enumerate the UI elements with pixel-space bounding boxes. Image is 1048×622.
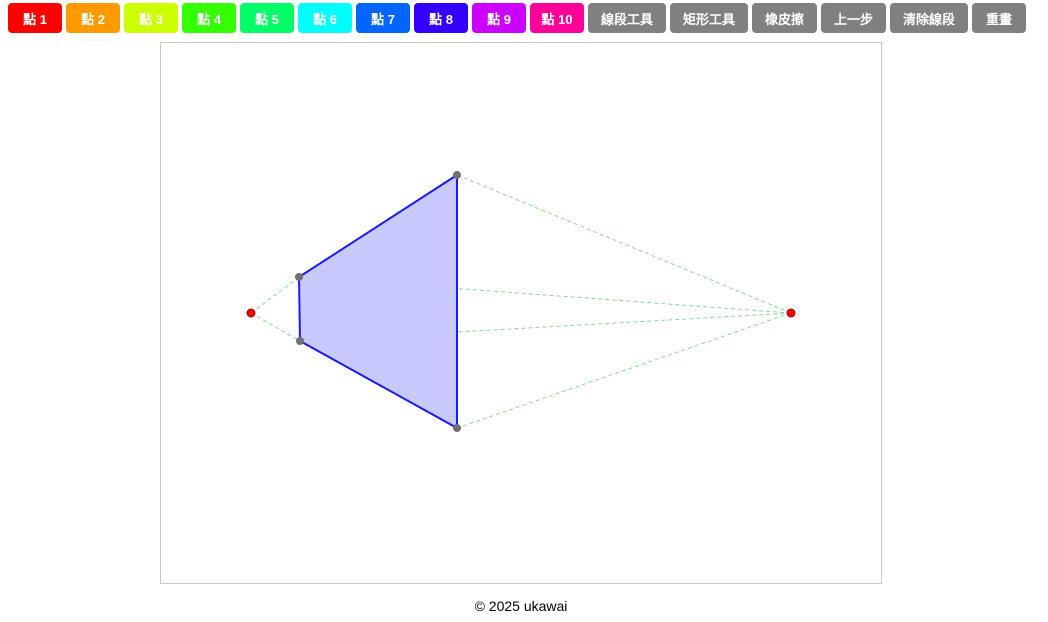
redraw-button[interactable]: 重畫 (972, 3, 1026, 33)
guide-line (456, 174, 792, 314)
point-7-button[interactable]: 點 7 (356, 3, 410, 33)
point-6-button[interactable]: 點 6 (298, 3, 352, 33)
toolbar: 點 1 點 2 點 3 點 4 點 5 點 6 點 7 點 8 點 9 點 10… (8, 3, 1026, 33)
guide-line (250, 312, 301, 342)
vanishing-point-right[interactable] (786, 308, 796, 318)
point-2-button[interactable]: 點 2 (66, 3, 120, 33)
vertex-point[interactable] (296, 337, 304, 345)
guide-line (456, 312, 792, 429)
line-tool-button[interactable]: 線段工具 (588, 3, 666, 33)
undo-button[interactable]: 上一步 (821, 3, 886, 33)
point-4-button[interactable]: 點 4 (182, 3, 236, 33)
point-8-button[interactable]: 點 8 (414, 3, 468, 33)
vertex-point[interactable] (453, 171, 461, 179)
vanishing-point-left[interactable] (246, 308, 256, 318)
drawing-surface[interactable] (161, 43, 881, 583)
point-10-button[interactable]: 點 10 (530, 3, 584, 33)
trapezoid-shape[interactable] (297, 173, 458, 430)
clear-lines-button[interactable]: 清除線段 (890, 3, 968, 33)
drawing-canvas[interactable] (160, 42, 882, 584)
point-3-button[interactable]: 點 3 (124, 3, 178, 33)
guide-line (250, 276, 300, 314)
eraser-button[interactable]: 橡皮擦 (752, 3, 817, 33)
vertex-point[interactable] (295, 273, 303, 281)
point-1-button[interactable]: 點 1 (8, 3, 62, 33)
point-9-button[interactable]: 點 9 (472, 3, 526, 33)
vertex-point[interactable] (453, 424, 461, 432)
rect-tool-button[interactable]: 矩形工具 (670, 3, 748, 33)
point-5-button[interactable]: 點 5 (240, 3, 294, 33)
footer-copyright: © 2025 ukawai (474, 598, 568, 614)
